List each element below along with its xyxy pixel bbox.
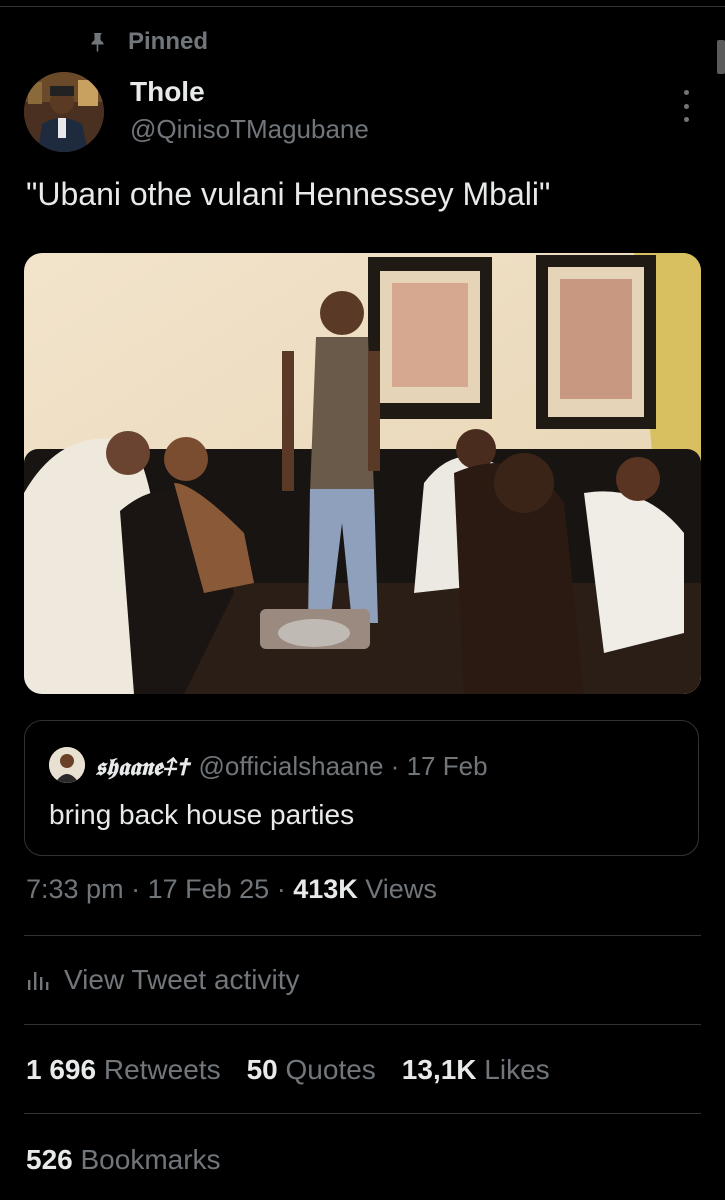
quoted-avatar[interactable]	[49, 747, 85, 783]
quotes-stat[interactable]: 50 Quotes	[247, 1054, 376, 1086]
pinned-label: Pinned	[128, 28, 209, 55]
views-label: Views	[365, 874, 437, 904]
pin-icon	[91, 33, 104, 52]
pinned-indicator: Pinned	[86, 28, 208, 56]
more-icon[interactable]	[676, 90, 696, 122]
author-handle[interactable]: @QinisoTMagubane	[130, 114, 369, 145]
divider	[24, 1024, 701, 1025]
scrollbar-thumb[interactable]	[717, 40, 725, 74]
tweet-photo[interactable]	[24, 253, 701, 694]
quoted-handle[interactable]: @officialshaane · 17 Feb	[199, 751, 488, 782]
author-name[interactable]: Thole	[130, 76, 205, 108]
likes-stat[interactable]: 13,1K Likes	[402, 1054, 550, 1086]
quoted-name[interactable]: 𝖘𝖍𝖆𝖆𝖓𝖊⍏✝	[95, 752, 189, 781]
quoted-header: 𝖘𝖍𝖆𝖆𝖓𝖊⍏✝ @officialshaane · 17 Feb	[95, 751, 488, 782]
top-divider	[0, 6, 725, 7]
bookmarks-stat[interactable]: 526 Bookmarks	[26, 1144, 221, 1176]
tweet-date[interactable]: 17 Feb 25	[148, 874, 270, 904]
tweet-meta: 7:33 pm · 17 Feb 25 · 413K Views	[26, 874, 437, 904]
retweets-stat[interactable]: 1 696 Retweets	[26, 1054, 221, 1086]
activity-label: View Tweet activity	[64, 964, 300, 995]
view-activity-button[interactable]: View Tweet activity	[26, 964, 300, 996]
quoted-text: bring back house parties	[49, 799, 355, 830]
analytics-icon	[28, 972, 49, 990]
engagement-stats: 1 696 Retweets 50 Quotes 13,1K Likes	[26, 1054, 550, 1086]
quoted-tweet[interactable]: 𝖘𝖍𝖆𝖆𝖓𝖊⍏✝ @officialshaane · 17 Feb bring …	[24, 720, 699, 856]
tweet-text: "Ubani othe vulani Hennessey Mbali"	[26, 176, 551, 212]
author-avatar[interactable]	[24, 72, 104, 152]
divider	[24, 935, 701, 936]
divider	[24, 1113, 701, 1114]
views-count: 413K	[293, 874, 358, 904]
tweet-time[interactable]: 7:33 pm	[26, 874, 124, 904]
